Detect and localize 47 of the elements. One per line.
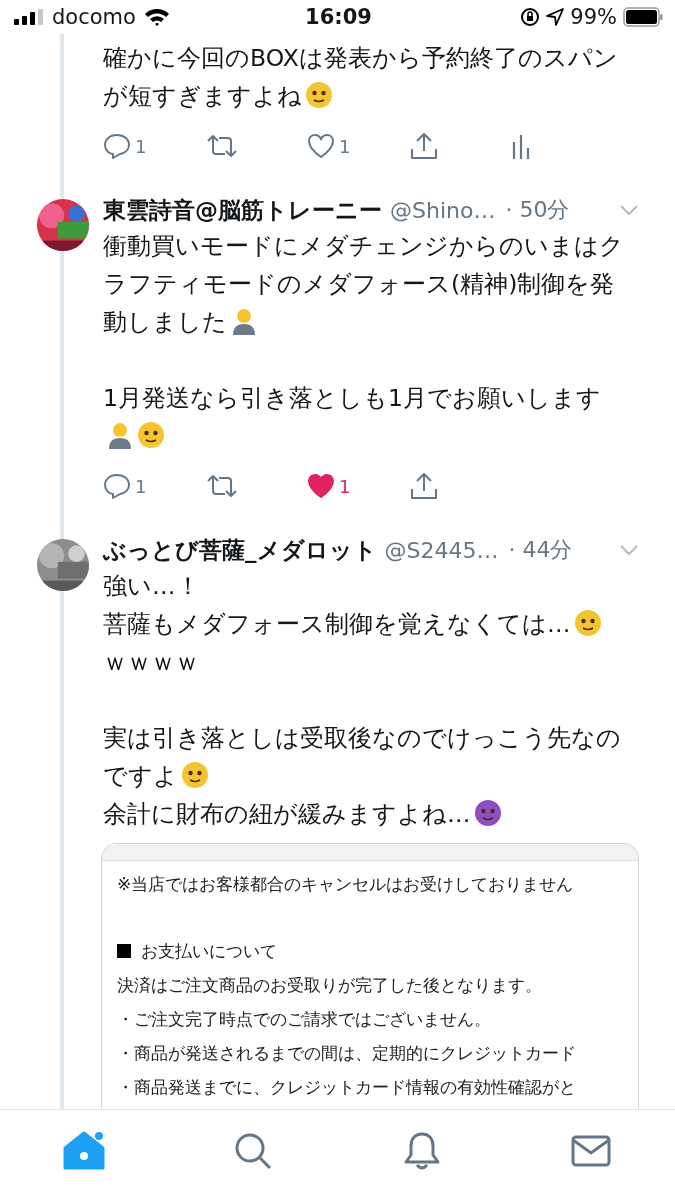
section-heading: お支払いについて (141, 940, 277, 963)
mail-icon[interactable] (570, 1135, 611, 1167)
reply-count: 1 (135, 475, 147, 497)
tweet-text: ｗｗｗｗ (103, 647, 200, 678)
screenshot-text: 決済はご注文商品のお受取りが完了した後となります。 (117, 974, 543, 997)
analytics-icon[interactable] (511, 132, 531, 160)
user-handle: @S2445… (384, 537, 499, 563)
square-bullet-icon (117, 944, 131, 958)
heart-icon[interactable] (307, 473, 335, 499)
retweet-icon[interactable] (205, 133, 239, 159)
tweet-text: 衝動買いモードにメダチェンジからのいまはクラフティモードのメダフォース(精神)制御を発動しました (103, 231, 625, 338)
screenshot-text: ・ご注文完了時点でのご請求ではございません。 (117, 1008, 492, 1031)
reply-icon[interactable] (103, 472, 131, 500)
reply-icon[interactable] (103, 132, 131, 160)
tweet-text: 確かに今回のBOXは発表から予約終了のスパンが短すぎますよね (103, 43, 619, 112)
wifi-icon (143, 8, 170, 26)
signal-icon (14, 9, 44, 25)
battery-icon (623, 7, 663, 27)
share-icon[interactable] (409, 131, 439, 161)
clock: 16:09 (305, 5, 372, 29)
battery-percent: 99% (570, 5, 617, 29)
carrier-name: docomo (52, 5, 136, 29)
screenshot-text: ・商品発送までに、クレジットカード情報の有効性確認がと (117, 1076, 577, 1099)
attached-screenshot[interactable]: ※当店ではお客様都合のキャンセルはお受けしておりません お支払いについて 決済はご注文商品のお受取りが完了した後となります。 ・ご注文完了時点でのご請求ではございません。 ・商品が発送されるまでの間は、定期的にクレジットカード ・商品発送までに、クレジットカード情報の有効性確認がと (101, 843, 639, 1109)
timestamp: · 44分 (508, 536, 573, 564)
heart-icon[interactable] (307, 133, 335, 159)
screenshot-text: ※当店ではお客様都合のキャンセルはお受けしておりません (117, 873, 575, 896)
like-count: 1 (339, 475, 351, 497)
home-icon[interactable] (62, 1130, 107, 1172)
bell-icon[interactable] (402, 1131, 441, 1171)
share-icon[interactable] (409, 471, 439, 501)
tweet-text: 実は引き落としは受取後なのでけっこう先なのですよ (103, 723, 622, 792)
user-handle: @Shino… (390, 197, 496, 223)
tweet-text: 菩薩もメダフォース制御を覚えなくては… (103, 605, 625, 643)
retweet-icon[interactable] (205, 473, 239, 499)
reply-count: 1 (135, 135, 147, 157)
search-icon[interactable] (234, 1132, 273, 1170)
screenshot-text: ・商品が発送されるまでの間は、定期的にクレジットカード (117, 1042, 577, 1065)
display-name[interactable]: ぶっとび菩薩_メダロット (103, 534, 377, 566)
tweet-text: 余計に財布の紐が緩みますよね… (103, 795, 625, 833)
rotation-lock-icon (520, 7, 541, 27)
display-name[interactable]: 東雲詩音@脳筋トレーニー (103, 194, 382, 226)
timestamp: · 50分 (505, 196, 570, 224)
location-arrow-icon (546, 8, 565, 26)
tweet-text: 強い…！ (103, 571, 201, 602)
like-count: 1 (339, 135, 351, 157)
tweet-text: 1月発送なら引き落としも1月でお願いします (103, 379, 625, 455)
